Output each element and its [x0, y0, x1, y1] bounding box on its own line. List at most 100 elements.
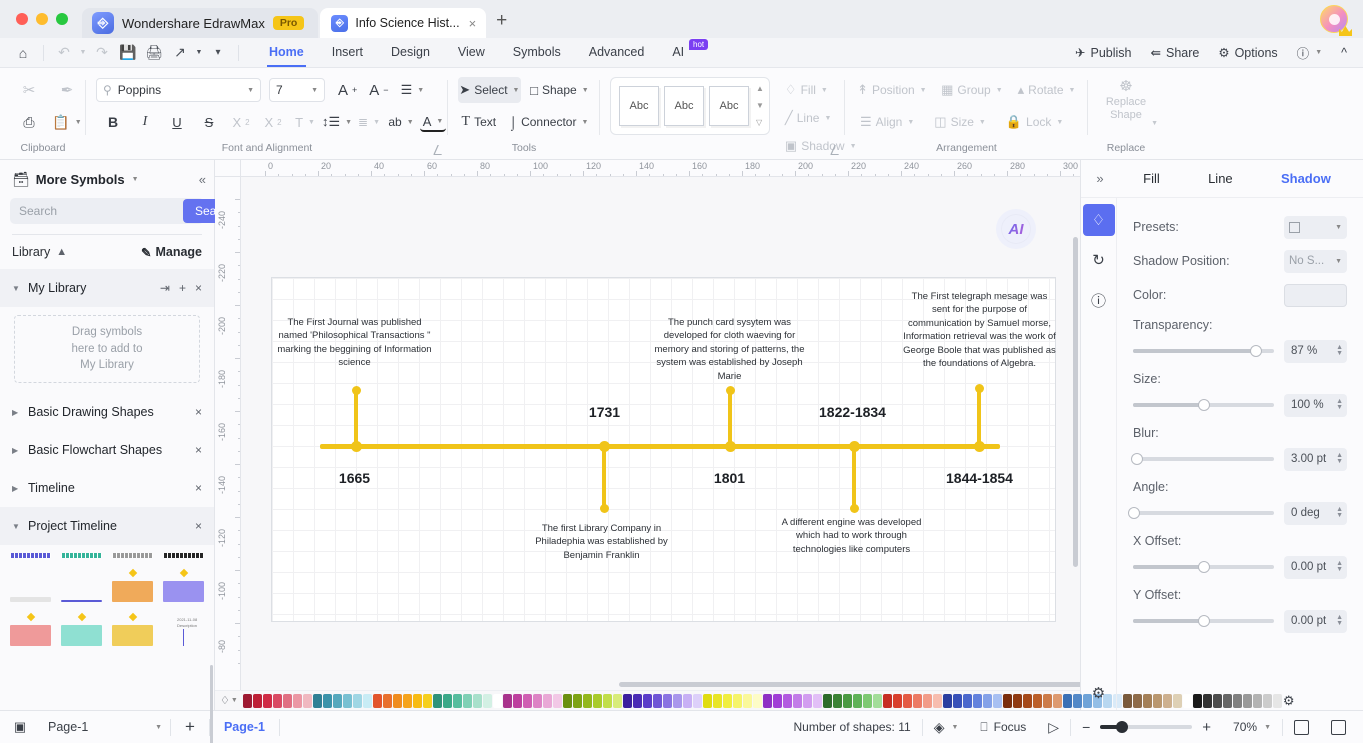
style-swatch[interactable]: Abc [619, 86, 659, 126]
replace-shape-label[interactable]: Replace Shape [1106, 96, 1146, 122]
options-button[interactable]: ⚙ Options [1210, 45, 1285, 61]
underline-button[interactable]: U [164, 109, 190, 135]
palette-color-chip[interactable] [302, 693, 312, 708]
horizontal-ruler[interactable]: 0 20 40 60 80 100 120 140 160 180 200 220 240 260 280 3… [215, 160, 1080, 177]
palette-color-chip[interactable] [632, 693, 642, 708]
palette-color-chip[interactable] [912, 693, 922, 708]
palette-color-chip[interactable] [672, 693, 682, 708]
palette-color-chip[interactable] [442, 693, 452, 708]
palette-color-chip[interactable] [822, 693, 832, 708]
symbol-thumb[interactable] [163, 568, 204, 602]
palette-color-chip[interactable] [662, 693, 672, 708]
tab-fill[interactable]: Fill [1143, 171, 1160, 186]
palette-color-chip[interactable] [602, 693, 612, 708]
import-symbols-icon[interactable]: ⇥ [160, 281, 170, 295]
document-tab[interactable]: ⎆ Info Science Hist... × [320, 8, 487, 38]
add-page-button[interactable]: + [171, 717, 209, 737]
palette-color-chip[interactable] [472, 693, 482, 708]
palette-color-chip[interactable] [572, 693, 582, 708]
palette-color-chip[interactable] [952, 693, 962, 708]
connector-tool-button[interactable]: ⌡ Connector ▼ [508, 109, 590, 135]
palette-color-chip[interactable] [582, 693, 592, 708]
palette-color-chip[interactable] [312, 693, 322, 708]
palette-color-chip[interactable] [852, 693, 862, 708]
copy-button[interactable]: ⎙ [16, 109, 42, 135]
timeline-year[interactable]: 1665 [292, 470, 417, 486]
home-icon[interactable]: ⌂ [10, 40, 36, 66]
share-button[interactable]: ⇚ Share [1143, 45, 1208, 61]
x-offset-stepper[interactable]: 0.00 pt ▲ ▼ [1284, 555, 1347, 579]
palette-color-chip[interactable] [782, 693, 792, 708]
close-group-icon[interactable]: × [195, 405, 202, 419]
symbol-thumb[interactable] [10, 597, 51, 602]
size-slider[interactable] [1133, 399, 1274, 411]
collapse-panel-button[interactable]: « [199, 172, 206, 187]
ai-assistant-button[interactable]: AI [996, 209, 1036, 249]
palette-color-chip[interactable] [282, 693, 292, 708]
paste-button[interactable]: 📋 ▼ [52, 109, 81, 135]
stepper-down-icon[interactable]: ▼ [1336, 404, 1343, 411]
palette-color-chip[interactable] [622, 693, 632, 708]
group-button[interactable]: ▦ Group ▼ [939, 77, 1005, 103]
size-stepper[interactable]: 100 % ▲ ▼ [1284, 393, 1347, 417]
timeline-node[interactable] [599, 441, 610, 452]
page-tab-page-1[interactable]: Page-1 [210, 720, 279, 734]
palette-color-chip[interactable] [512, 693, 522, 708]
export-dropdown-icon[interactable]: ▼ [193, 40, 205, 66]
x-offset-slider[interactable] [1133, 561, 1274, 573]
style-swatch[interactable]: Abc [709, 86, 749, 126]
chevron-up-icon[interactable]: ▲ [756, 84, 764, 94]
sidebar-group-timeline[interactable]: ▶ Timeline × [0, 469, 214, 507]
superscript-button[interactable]: X2 [228, 109, 254, 135]
palette-color-chip[interactable] [792, 693, 802, 708]
toggle-page-panel-icon[interactable]: ▣ [0, 719, 40, 735]
palette-color-chip[interactable] [392, 693, 402, 708]
print-icon[interactable]: 🖨 [141, 40, 167, 66]
transparency-stepper[interactable]: 87 % ▲ ▼ [1284, 339, 1347, 363]
palette-color-chip[interactable] [652, 693, 662, 708]
stepper-down-icon[interactable]: ▼ [1336, 458, 1343, 465]
publish-button[interactable]: ✈ Publish [1067, 45, 1139, 61]
menu-symbols[interactable]: Symbols [499, 38, 575, 67]
color-palette-bar[interactable]: ♢ ▼ ⚙ [215, 690, 1294, 710]
palette-color-chip[interactable] [542, 693, 552, 708]
stepper-down-icon[interactable]: ▼ [1336, 620, 1343, 627]
palette-color-chip[interactable] [292, 693, 302, 708]
italic-button[interactable]: I [132, 109, 158, 135]
increase-font-size-button[interactable]: A + [333, 77, 362, 103]
symbol-thumb[interactable] [163, 553, 204, 558]
presentation-button[interactable]: ▷ [1037, 719, 1070, 736]
text-tool-button[interactable]: T Text [458, 109, 500, 135]
align-button[interactable]: ☰ Align ▼ [855, 109, 919, 135]
symbol-thumb[interactable] [112, 553, 153, 558]
close-window-icon[interactable] [16, 13, 28, 25]
palette-color-chip[interactable] [832, 693, 842, 708]
palette-color-chip[interactable] [1002, 693, 1012, 708]
palette-color-chip[interactable] [972, 693, 982, 708]
font-family-select[interactable]: ⚲ Poppins ▼ [96, 78, 261, 102]
timeline-year[interactable]: 1844-1854 [917, 470, 1042, 486]
timeline-year[interactable]: 1801 [667, 470, 792, 486]
timeline-year[interactable]: 1822-1834 [790, 404, 915, 420]
symbol-thumb[interactable]: 2021-11-08 Description [163, 617, 204, 646]
paragraph-align-button[interactable]: ☰ ▼ [396, 77, 430, 103]
close-group-icon[interactable]: × [195, 481, 202, 495]
rail-history-icon[interactable]: ↻ [1083, 244, 1115, 276]
palette-color-chip[interactable] [262, 693, 272, 708]
palette-color-chip[interactable] [412, 693, 422, 708]
stepper-down-icon[interactable]: ▼ [1336, 512, 1343, 519]
close-tab-icon[interactable]: × [467, 16, 479, 31]
palette-color-chip[interactable] [562, 693, 572, 708]
y-offset-stepper[interactable]: 0.00 pt ▲ ▼ [1284, 609, 1347, 633]
style-gallery[interactable]: Abc Abc Abc ▲ ▼ ▽ [610, 77, 770, 135]
close-group-icon[interactable]: × [195, 281, 202, 295]
font-color-button[interactable]: A ▼ [420, 112, 446, 132]
my-library-dropzone[interactable]: Drag symbols here to add to My Library [14, 315, 200, 383]
bullet-list-button[interactable]: ≣ ▼ [356, 109, 382, 135]
symbol-thumb[interactable] [61, 553, 102, 558]
font-dialog-launcher[interactable]: ⎳ [433, 145, 442, 156]
palette-color-chip[interactable] [1022, 693, 1032, 708]
palette-color-chip[interactable] [812, 693, 822, 708]
palette-color-chip[interactable] [422, 693, 432, 708]
palette-color-chip[interactable] [802, 693, 812, 708]
